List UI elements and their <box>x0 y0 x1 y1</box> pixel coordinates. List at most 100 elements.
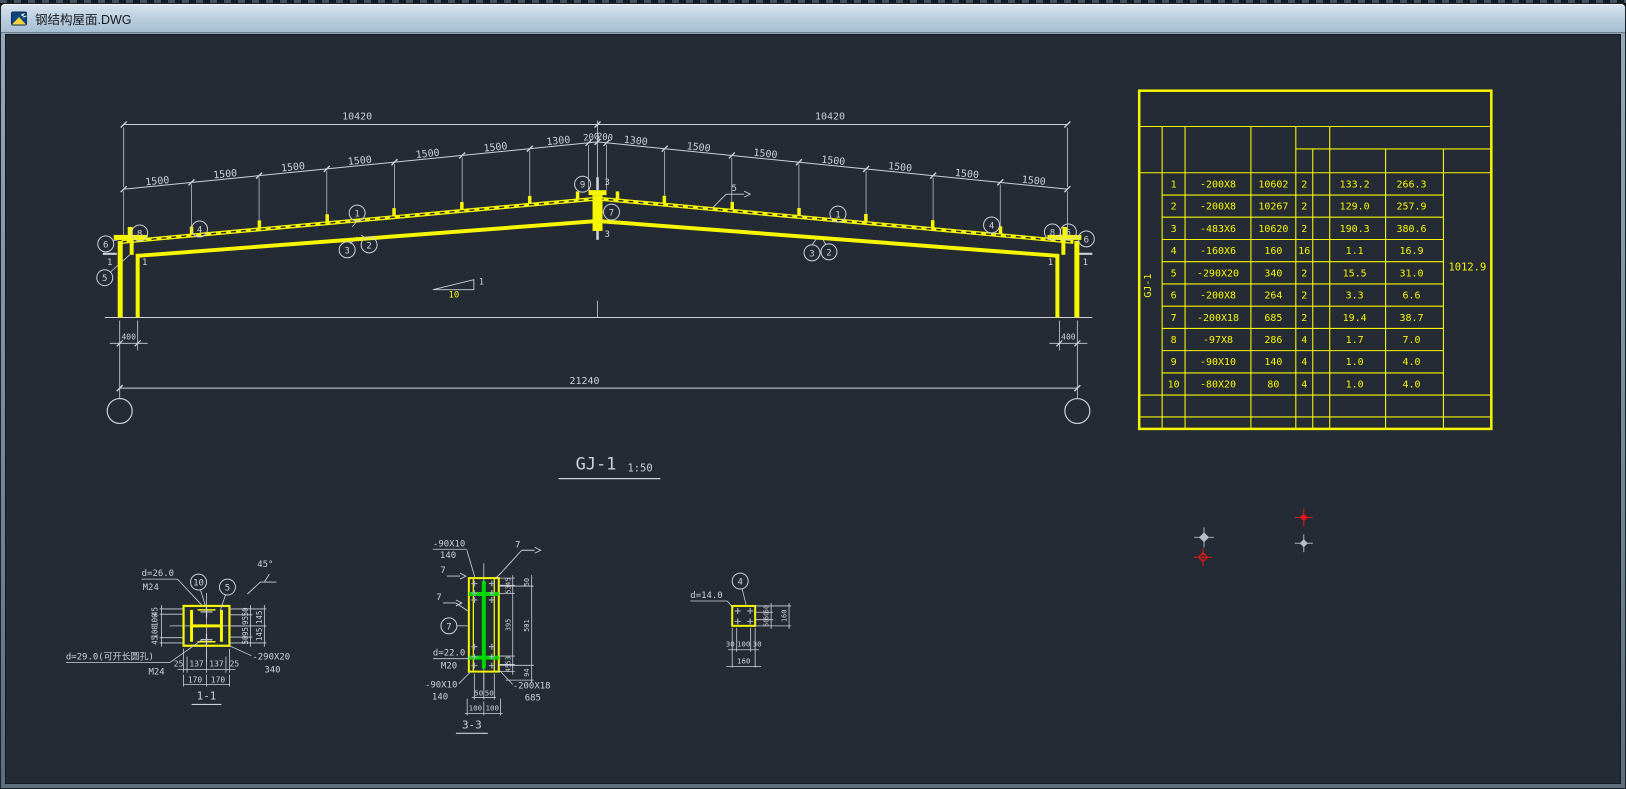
drawing-canvas[interactable]: 10420 10420 21240 400 400 1500 1500 1500… <box>5 34 1621 784</box>
dim-label: 1500 <box>954 168 979 181</box>
cad-viewer-window: 钢结构屋面.DWG <box>0 3 1626 789</box>
bom-cell: 190.3 <box>1340 224 1370 235</box>
bom-table: GJ-1 1012.9 1 -200X8 10602 2 133.2 266.3… <box>1139 91 1491 429</box>
dim-label: 170 <box>211 676 226 685</box>
bolt-note: d=29.0(可开长圆孔) <box>66 651 154 663</box>
dim-label: 94 <box>523 668 531 676</box>
callout-number: 7 <box>609 209 614 219</box>
dim-label: 145 <box>255 628 264 641</box>
plate-note: -200X18 <box>513 682 551 692</box>
dim-label: 95 <box>241 616 250 625</box>
dim-label: 145 <box>255 611 264 624</box>
callout-number: 4 <box>989 221 994 231</box>
callout-bubble: 1 <box>830 206 846 222</box>
bom-cell: 38.7 <box>1400 313 1424 324</box>
bom-cell: 1 <box>1171 179 1177 190</box>
dim-label: 50 <box>485 688 495 697</box>
bom-cell: 2 <box>1171 202 1177 213</box>
bom-cell: 10 <box>1168 380 1180 391</box>
bom-cell: 2 <box>1301 224 1307 235</box>
detail-label: 1-1 <box>197 689 217 702</box>
bom-cell: 8 <box>1171 335 1177 346</box>
bom-cell: 2 <box>1301 313 1307 324</box>
dim-label: 160 <box>781 610 789 623</box>
slope-run-label: 10 <box>448 291 459 301</box>
callout-number: 1 <box>835 211 840 221</box>
bom-cell: 685 <box>1264 313 1282 324</box>
bom-cell: 9 <box>1171 357 1177 368</box>
plate-note: -90X10 <box>425 681 457 691</box>
window-titlebar[interactable]: 钢结构屋面.DWG <box>1 4 1625 33</box>
callout-number: 10 <box>193 579 204 589</box>
dim-label: 1500 <box>1021 175 1046 188</box>
bom-cell: -483X6 <box>1200 224 1236 235</box>
bom-cell: 264 <box>1264 291 1282 302</box>
callout-bubble: 4 <box>732 573 748 589</box>
dim-label: 50 <box>241 635 250 644</box>
point-markers <box>1194 508 1313 566</box>
bom-cell: -97X8 <box>1203 335 1233 346</box>
bom-cell: 4 <box>1301 357 1307 368</box>
dim-label: 1300 <box>546 135 571 148</box>
dim-label: 137 <box>189 660 204 669</box>
dim-label: 1500 <box>347 155 372 168</box>
bom-cell: 140 <box>1264 357 1282 368</box>
callout-number: 5 <box>1066 228 1071 238</box>
bom-cell: -200X8 <box>1200 291 1236 302</box>
callout-bubble: 4 <box>984 217 1000 233</box>
plate-note: -90X10 <box>433 539 465 549</box>
dim-label: 1500 <box>888 161 913 174</box>
purlin-note-label: 5 <box>731 184 736 194</box>
bom-cell: 4 <box>1171 246 1177 257</box>
cad-file-icon <box>11 11 28 26</box>
dim-label: 400 <box>1061 332 1076 341</box>
callout-number: 8 <box>1050 228 1055 238</box>
bolt-note: d=22.0 <box>433 649 465 659</box>
callout-bubble: 6 <box>98 236 114 252</box>
bom-frame-label: GJ-1 <box>1143 274 1154 298</box>
bom-cell: 2 <box>1301 202 1307 213</box>
dim-label: 10420 <box>342 112 372 123</box>
callout-bubble: 8 <box>1044 224 1060 240</box>
plate-note: 340 <box>264 666 280 676</box>
bom-cell: -160X6 <box>1200 246 1236 257</box>
callout-number: 9 <box>580 181 585 191</box>
bolt-note: d=26.0 <box>142 569 174 579</box>
bom-cell: 160 <box>1264 246 1282 257</box>
dim-label: 95 <box>241 627 250 636</box>
callout-number: 5 <box>102 274 107 284</box>
dim-label: 10420 <box>815 112 845 123</box>
bom-cell: -90X10 <box>1200 357 1236 368</box>
dim-label: 45 <box>151 636 160 645</box>
callout-bubble: 3 <box>804 245 820 261</box>
detail-4: 4 d=14.0 50 60 50 160 30 100 30 160 <box>690 573 791 667</box>
callout-number: 5 <box>225 584 230 594</box>
dim-label: 100 <box>151 613 160 627</box>
bom-cell: 16 <box>1298 246 1310 257</box>
callout-bubble: 3 <box>339 242 355 258</box>
bom-cell: 2 <box>1301 268 1307 279</box>
callout-bubble: 5 <box>97 270 113 286</box>
callout-number: 4 <box>197 225 202 235</box>
callout-number: 1 <box>354 210 359 220</box>
callout-bubble: 4 <box>192 221 208 237</box>
bom-cell: 5 <box>1171 268 1177 279</box>
callout-bubble: 5 <box>219 579 235 595</box>
dwg-viewport: 10420 10420 21240 400 400 1500 1500 1500… <box>6 35 1620 783</box>
dim-label: 53 <box>504 656 512 664</box>
bom-cell: 3.3 <box>1346 291 1364 302</box>
bom-cell: 4.0 <box>1403 357 1421 368</box>
callout-number: 8 <box>137 229 142 239</box>
drawing-title-text: GJ-1 <box>576 454 617 474</box>
dim-label: 1500 <box>281 161 306 174</box>
callout-number: 2 <box>366 241 371 251</box>
bom-cell: 15.5 <box>1343 268 1367 279</box>
bom-cell: -290X20 <box>1197 268 1239 279</box>
section-mark-label: 1 <box>1083 258 1088 268</box>
dim-label: 45 <box>504 664 512 672</box>
section-mark-label: 1 <box>142 258 147 268</box>
bom-cell: 7 <box>1171 313 1177 324</box>
callout-number: 4 <box>737 578 742 588</box>
bolt-note: M20 <box>441 662 457 672</box>
weld-number: 7 <box>515 540 520 550</box>
